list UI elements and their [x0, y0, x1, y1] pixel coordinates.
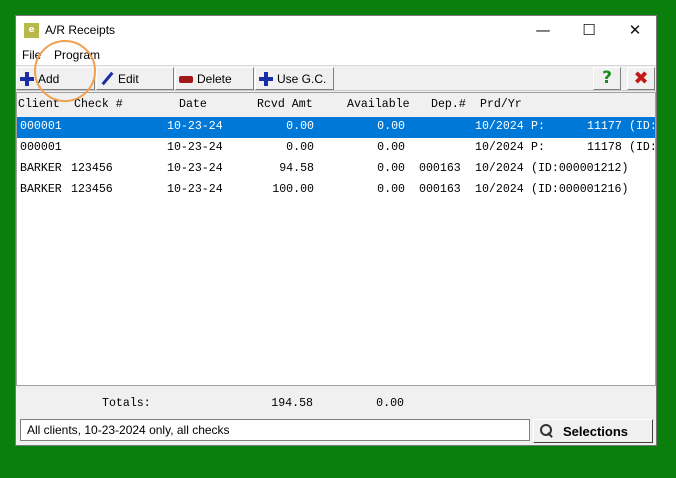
cell-rcvd: 0.00	[286, 141, 314, 154]
exit-button[interactable]: ✖	[627, 67, 655, 90]
cell-ref: (ID:000001212)	[531, 162, 629, 175]
title-bar[interactable]: e A/R Receipts — ☐ ✕	[16, 16, 656, 45]
cell-id: (ID:	[629, 141, 657, 154]
cell-available: 0.00	[377, 141, 405, 154]
cell-prd: 10/2024	[475, 183, 524, 196]
use-gc-button[interactable]: Use G.C.	[255, 67, 334, 90]
menu-bar: File Program	[16, 45, 656, 65]
status-box: All clients, 10-23-2024 only, all checks	[20, 419, 530, 441]
cell-ref: (ID:000001216)	[531, 183, 629, 196]
menu-file[interactable]: File	[22, 48, 41, 62]
minimize-button[interactable]: —	[520, 16, 566, 45]
plus-icon	[20, 71, 34, 86]
col-rcvd-amt[interactable]: Rcvd Amt	[257, 98, 313, 111]
cell-id: (ID:	[629, 120, 657, 133]
add-label: Add	[38, 71, 60, 86]
cell-ref: P:	[531, 120, 545, 133]
cell-available: 0.00	[377, 120, 405, 133]
close-button[interactable]: ✕	[612, 16, 658, 45]
cell-prd: 10/2024	[475, 162, 524, 175]
cell-num: 11177	[587, 120, 622, 133]
cell-rcvd: 94.58	[279, 162, 314, 175]
totals-rcvd: 194.58	[271, 397, 313, 410]
col-available[interactable]: Available	[347, 98, 410, 111]
cell-rcvd: 100.00	[272, 183, 314, 196]
use-gc-label: Use G.C.	[277, 71, 327, 86]
cell-date: 10-23-24	[167, 162, 223, 175]
edit-label: Edit	[118, 71, 139, 86]
col-date[interactable]: Date	[179, 98, 207, 111]
ar-receipts-window: e A/R Receipts — ☐ ✕ File Program Add Ed…	[15, 15, 657, 446]
window-title: A/R Receipts	[45, 23, 116, 37]
table-row[interactable]: BARKER 123456 10-23-24 100.00 0.00 00016…	[17, 180, 655, 201]
grid-header: Client Check # Date Rcvd Amt Available D…	[17, 93, 655, 117]
cell-rcvd: 0.00	[286, 120, 314, 133]
plus-icon	[259, 71, 273, 86]
add-button[interactable]: Add	[16, 67, 95, 90]
table-row[interactable]: BARKER 123456 10-23-24 94.58 0.00 000163…	[17, 159, 655, 180]
cell-prd: 10/2024	[475, 141, 524, 154]
cell-date: 10-23-24	[167, 120, 223, 133]
cell-check: 123456	[71, 162, 113, 175]
table-row[interactable]: 000001 10-23-24 0.00 0.00 10/2024 P: 111…	[17, 117, 657, 138]
col-prd-yr[interactable]: Prd/Yr	[480, 98, 522, 111]
cell-check: 123456	[71, 183, 113, 196]
edit-button[interactable]: Edit	[96, 67, 174, 90]
magnifier-icon	[540, 424, 554, 438]
cell-available: 0.00	[377, 162, 405, 175]
menu-program[interactable]: Program	[54, 48, 100, 62]
totals-row: Totals: 194.58 0.00	[16, 394, 656, 414]
cell-date: 10-23-24	[167, 183, 223, 196]
pencil-icon	[100, 72, 114, 86]
cell-num: 11178	[587, 141, 622, 154]
cell-available: 0.00	[377, 183, 405, 196]
delete-label: Delete	[197, 71, 232, 86]
help-button[interactable]: ?	[593, 67, 621, 90]
toolbar: Add Edit Delete Use G.C. ? ✖	[16, 65, 656, 91]
cell-client: BARKER	[20, 162, 62, 175]
receipts-grid[interactable]: Client Check # Date Rcvd Amt Available D…	[16, 92, 657, 386]
cell-dep: 000163	[419, 162, 461, 175]
cell-dep: 000163	[419, 183, 461, 196]
app-icon: e	[24, 23, 39, 38]
cell-prd: 10/2024	[475, 120, 524, 133]
cell-date: 10-23-24	[167, 141, 223, 154]
selections-label: Selections	[563, 423, 629, 439]
selections-button[interactable]: Selections	[533, 419, 653, 443]
cell-client: 000001	[20, 120, 62, 133]
totals-label: Totals:	[102, 397, 151, 410]
totals-available: 0.00	[376, 397, 404, 410]
col-client[interactable]: Client	[18, 98, 60, 111]
delete-button[interactable]: Delete	[175, 67, 254, 90]
cell-ref: P:	[531, 141, 545, 154]
cell-client: BARKER	[20, 183, 62, 196]
delete-icon	[179, 72, 193, 86]
maximize-button[interactable]: ☐	[566, 16, 612, 45]
cell-client: 000001	[20, 141, 62, 154]
table-row[interactable]: 000001 10-23-24 0.00 0.00 10/2024 P: 111…	[17, 138, 657, 159]
col-dep[interactable]: Dep.#	[431, 98, 466, 111]
col-check[interactable]: Check #	[74, 98, 123, 111]
